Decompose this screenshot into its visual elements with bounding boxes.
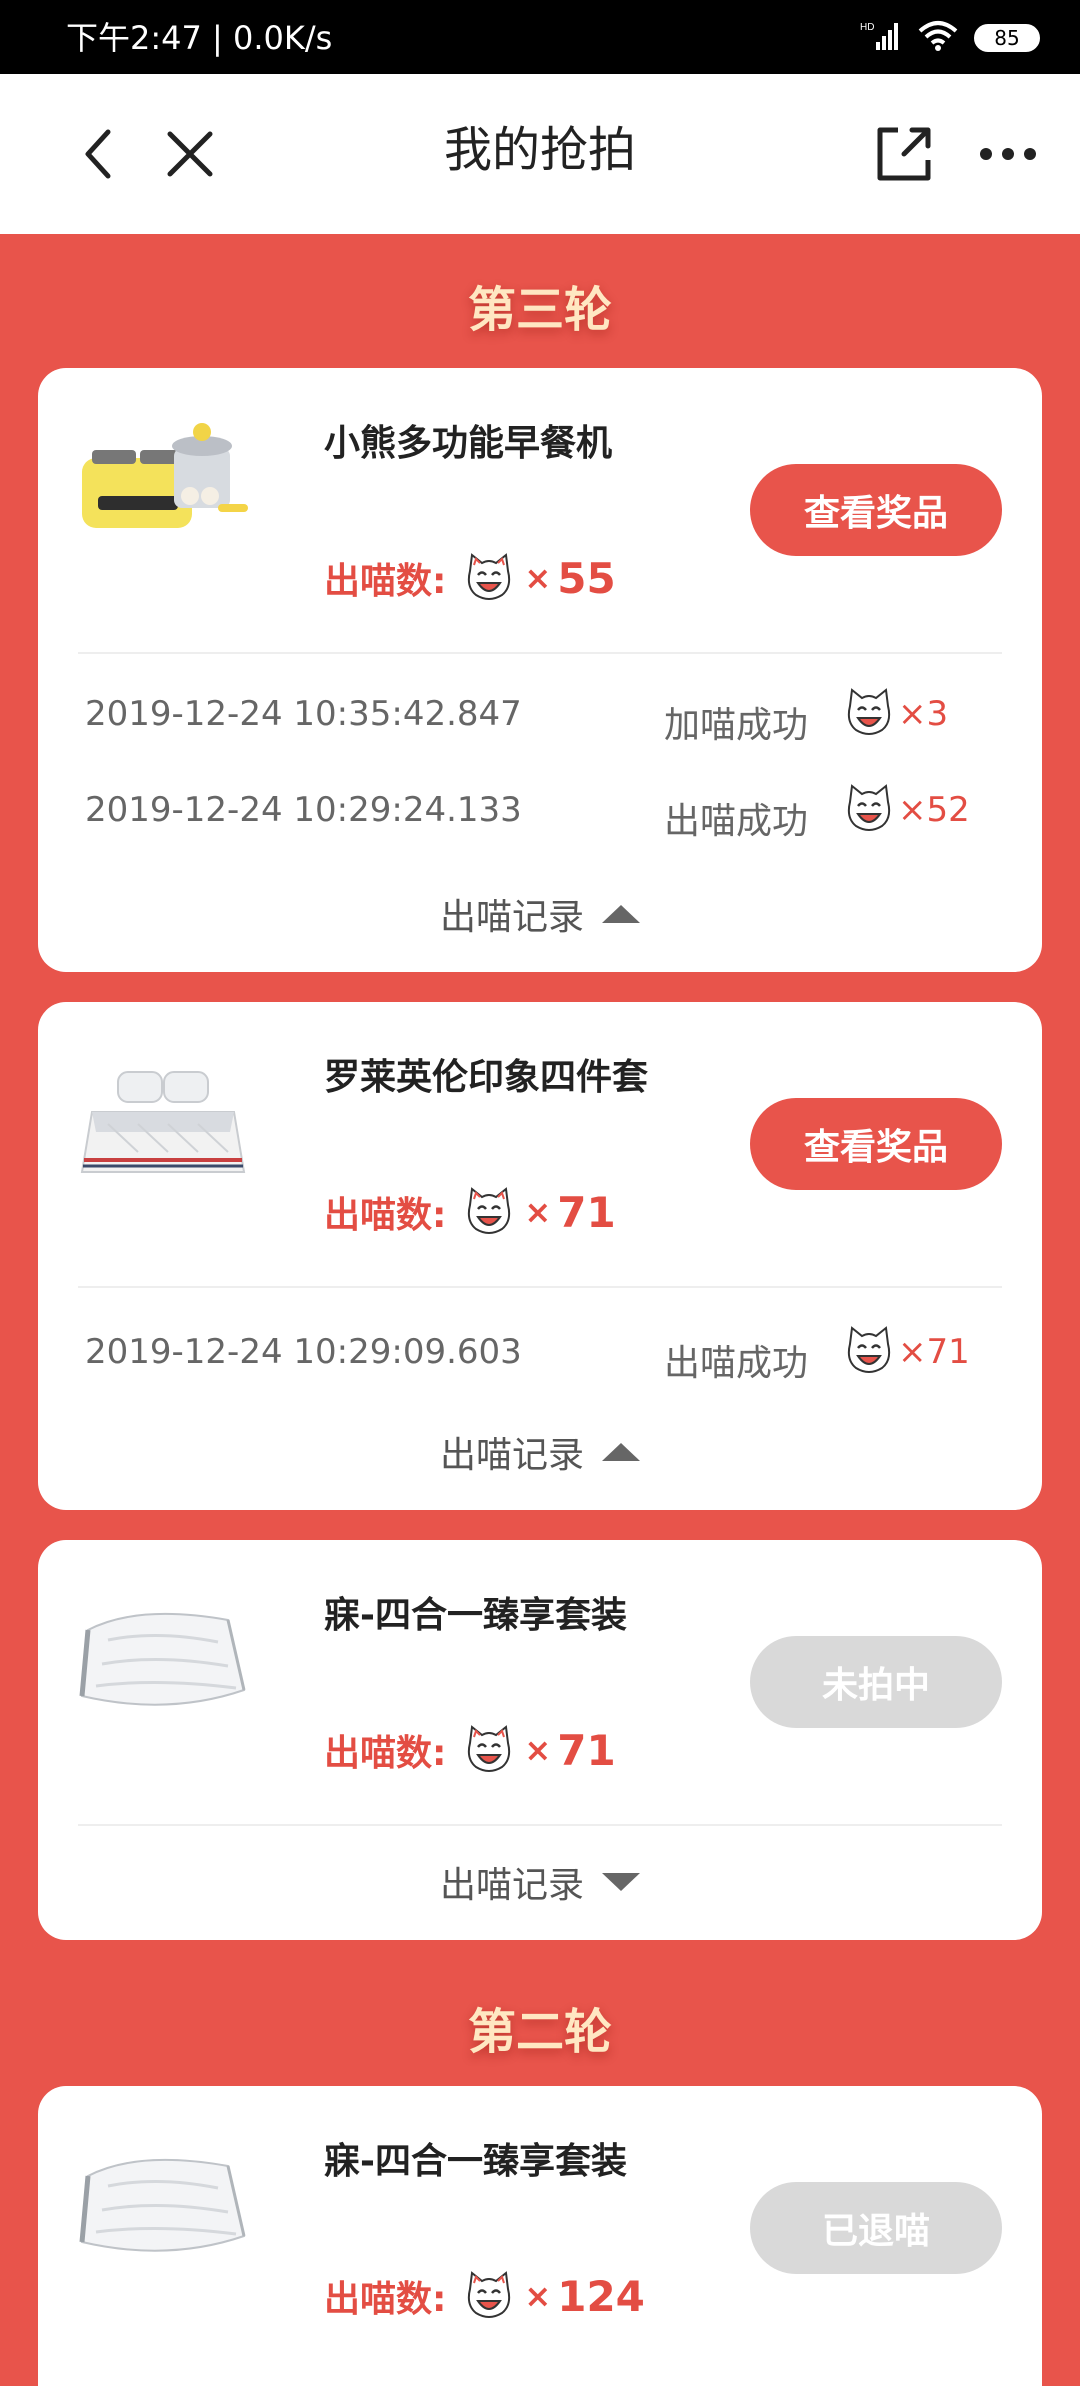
status-time: 下午2:47 | 0.0K/s bbox=[66, 19, 333, 57]
cat-face-icon bbox=[844, 1326, 894, 1376]
record-time: 2019-12-24 10:29:09.603 bbox=[85, 1332, 522, 1372]
records-toggle[interactable]: 出喵记录 bbox=[38, 888, 1042, 948]
meow-count: 出喵数: × 124 bbox=[324, 2266, 645, 2326]
toggle-label: 出喵记录 bbox=[439, 1865, 584, 1906]
status-bar: 下午2:47 | 0.0K/s HD 85 bbox=[0, 0, 1080, 74]
record-time: 2019-12-24 10:29:24.133 bbox=[85, 790, 522, 830]
cat-face-icon bbox=[844, 784, 894, 834]
times-sign: × bbox=[524, 2277, 552, 2315]
auction-card: 小熊多功能早餐机 出喵数: × 55 查看奖品 2019-12-24 10:35… bbox=[38, 368, 1042, 972]
divider bbox=[78, 652, 1002, 654]
times-sign: × bbox=[524, 1731, 552, 1769]
count-label: 出喵数: bbox=[324, 561, 447, 602]
cat-face-icon bbox=[464, 553, 514, 603]
record-count: ×3 bbox=[898, 694, 949, 734]
auction-card: 寐-四合一臻享套装 出喵数: × 71 未拍中 出喵记录 bbox=[38, 1540, 1042, 1940]
toggle-label: 出喵记录 bbox=[439, 897, 584, 938]
auction-card: 寐-四合一臻享套装 出喵数: × 124 已退喵 bbox=[38, 2086, 1042, 2386]
more-icon[interactable] bbox=[978, 124, 1038, 184]
triangle-down-icon bbox=[602, 1873, 640, 1891]
count-label: 出喵数: bbox=[324, 1195, 447, 1236]
record-status: 出喵成功 bbox=[664, 1343, 809, 1384]
meow-count: 出喵数: × 55 bbox=[324, 548, 616, 608]
toggle-label: 出喵记录 bbox=[439, 1435, 584, 1476]
product-name: 小熊多功能早餐机 bbox=[324, 423, 613, 464]
not-won-button[interactable]: 未拍中 bbox=[750, 1636, 1002, 1728]
cat-face-icon bbox=[464, 2271, 514, 2321]
count-value: 71 bbox=[557, 1187, 616, 1237]
records-toggle[interactable]: 出喵记录 bbox=[38, 1426, 1042, 1486]
product-image bbox=[78, 2136, 248, 2276]
cat-face-icon bbox=[844, 688, 894, 738]
product-name: 罗莱英伦印象四件套 bbox=[324, 1057, 649, 1098]
count-label: 出喵数: bbox=[324, 1733, 447, 1774]
divider bbox=[78, 1286, 1002, 1288]
meow-count: 出喵数: × 71 bbox=[324, 1720, 616, 1780]
status-icons: HD 85 bbox=[860, 20, 1040, 56]
record-row: 2019-12-24 10:29:24.133 出喵成功 ×52 bbox=[38, 780, 1042, 842]
wifi-icon bbox=[918, 20, 958, 56]
cat-face-icon bbox=[464, 1187, 514, 1237]
nav-bar: 我的抢拍 bbox=[0, 74, 1080, 234]
cat-face-icon bbox=[464, 1725, 514, 1775]
record-count: ×71 bbox=[898, 1332, 970, 1372]
records-toggle[interactable]: 出喵记录 bbox=[38, 1856, 1042, 1916]
meow-count: 出喵数: × 71 bbox=[324, 1182, 616, 1242]
product-image bbox=[78, 418, 248, 558]
triangle-up-icon bbox=[602, 1443, 640, 1461]
record-status: 出喵成功 bbox=[664, 801, 809, 842]
divider bbox=[78, 1824, 1002, 1826]
record-status: 加喵成功 bbox=[664, 705, 809, 746]
product-image bbox=[78, 1590, 248, 1730]
view-prize-button[interactable]: 查看奖品 bbox=[750, 464, 1002, 556]
count-value: 124 bbox=[557, 2271, 645, 2321]
battery-indicator: 85 bbox=[974, 24, 1040, 52]
record-time: 2019-12-24 10:35:42.847 bbox=[85, 694, 522, 734]
section-title-round-2: 第二轮 bbox=[467, 2004, 612, 2060]
count-label: 出喵数: bbox=[324, 2279, 447, 2320]
times-sign: × bbox=[524, 1193, 552, 1231]
triangle-up-icon bbox=[602, 905, 640, 923]
record-row: 2019-12-24 10:29:09.603 出喵成功 ×71 bbox=[38, 1322, 1042, 1384]
section-title-round-3: 第三轮 bbox=[467, 282, 612, 338]
product-name: 寐-四合一臻享套装 bbox=[324, 1595, 627, 1636]
share-icon[interactable] bbox=[874, 124, 934, 184]
product-name: 寐-四合一臻享套装 bbox=[324, 2141, 627, 2182]
count-value: 71 bbox=[557, 1725, 616, 1775]
withdrawn-button[interactable]: 已退喵 bbox=[750, 2182, 1002, 2274]
auction-card: 罗莱英伦印象四件套 出喵数: × 71 查看奖品 2019-12-24 10:2… bbox=[38, 1002, 1042, 1510]
signal-icon: HD bbox=[860, 20, 902, 56]
view-prize-button[interactable]: 查看奖品 bbox=[750, 1098, 1002, 1190]
count-value: 55 bbox=[557, 553, 616, 603]
svg-text:HD: HD bbox=[860, 22, 874, 33]
product-image bbox=[78, 1052, 248, 1192]
times-sign: × bbox=[524, 559, 552, 597]
record-count: ×52 bbox=[898, 790, 970, 830]
record-row: 2019-12-24 10:35:42.847 加喵成功 ×3 bbox=[38, 684, 1042, 746]
